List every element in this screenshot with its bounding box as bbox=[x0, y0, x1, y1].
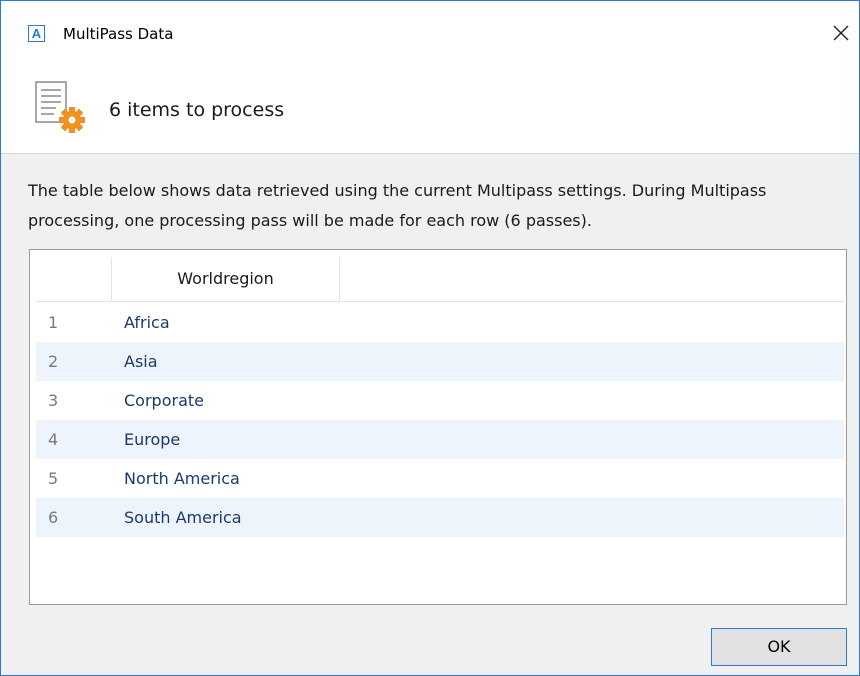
window-title: MultiPass Data bbox=[63, 25, 174, 43]
data-table[interactable]: Worldregion 1 Africa 2 Asia 3 Corporate … bbox=[29, 249, 847, 605]
worldregion-cell: Asia bbox=[124, 352, 158, 371]
table-row[interactable]: 1 Africa bbox=[36, 303, 844, 342]
document-settings-icon bbox=[35, 81, 85, 133]
app-logo-icon: A bbox=[28, 25, 45, 42]
table-header: Worldregion bbox=[36, 257, 844, 302]
ok-button[interactable]: OK bbox=[711, 628, 847, 666]
row-index: 4 bbox=[48, 430, 59, 449]
table-row[interactable]: 6 South America bbox=[36, 498, 844, 537]
worldregion-column-header[interactable]: Worldregion bbox=[112, 257, 340, 301]
multipass-data-dialog: A MultiPass Data 6 items to process The … bbox=[0, 0, 860, 676]
worldregion-cell: North America bbox=[124, 469, 240, 488]
dialog-header: 6 items to process bbox=[1, 61, 859, 154]
table-row[interactable]: 3 Corporate bbox=[36, 381, 844, 420]
worldregion-cell: Corporate bbox=[124, 391, 204, 410]
row-index: 1 bbox=[48, 313, 59, 332]
table-row[interactable]: 2 Asia bbox=[36, 342, 844, 381]
close-button[interactable] bbox=[829, 21, 853, 45]
worldregion-cell: South America bbox=[124, 508, 242, 527]
table-body: 1 Africa 2 Asia 3 Corporate 4 Europe 5 N… bbox=[36, 303, 844, 537]
close-icon bbox=[833, 25, 849, 41]
row-index: 5 bbox=[48, 469, 59, 488]
worldregion-cell: Europe bbox=[124, 430, 181, 449]
table-row[interactable]: 4 Europe bbox=[36, 420, 844, 459]
table-row[interactable]: 5 North America bbox=[36, 459, 844, 498]
worldregion-cell: Africa bbox=[124, 313, 170, 332]
items-count-title: 6 items to process bbox=[109, 99, 285, 121]
title-bar: A MultiPass Data bbox=[1, 1, 859, 61]
index-column-header[interactable] bbox=[36, 257, 112, 301]
row-index: 3 bbox=[48, 391, 59, 410]
description-text: The table below shows data retrieved usi… bbox=[28, 181, 767, 230]
row-index: 2 bbox=[48, 352, 59, 371]
row-index: 6 bbox=[48, 508, 59, 527]
